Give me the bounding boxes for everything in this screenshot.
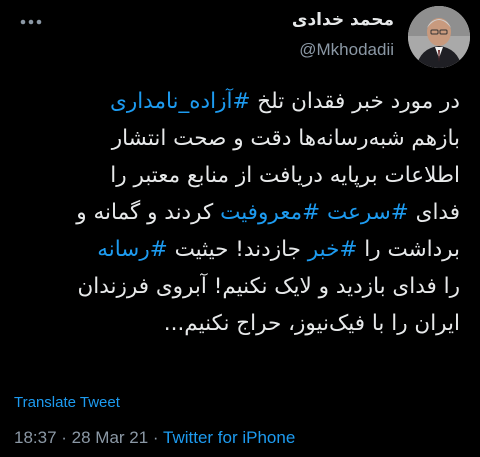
author-display-name[interactable]: محمد خدادی: [292, 10, 394, 30]
tweet-line: فدای #سرعت #معروفیت کردند و گمانه و: [14, 194, 460, 231]
hashtag-link[interactable]: #معروفیت: [220, 200, 320, 225]
tweet-text-segment: کردند و گمانه و: [76, 200, 221, 225]
tweet-text-segment: بازهم شبه‌رسانه‌ها دقت و صحت انتشار: [111, 126, 460, 151]
profile-photo: [408, 6, 470, 68]
tweet-line: بازهم شبه‌رسانه‌ها دقت و صحت انتشار: [14, 120, 460, 157]
tweet-text-segment: برداشت را: [357, 237, 460, 262]
hashtag-link[interactable]: #خبر: [308, 237, 358, 262]
tweet-header: محمد خدادی @Mkhodadii: [0, 0, 480, 80]
hashtag-link[interactable]: #سرعت: [327, 200, 409, 225]
avatar[interactable]: [408, 6, 470, 68]
tweet-line: ایران را با فیک‌نیوز، حراج نکنیم...: [14, 305, 460, 342]
author-handle[interactable]: @Mkhodadii: [299, 40, 394, 60]
meta-separator: ·: [148, 428, 164, 447]
tweet-text-segment: ایران را با فیک‌نیوز، حراج نکنیم...: [163, 311, 460, 336]
tweet-date: 28 Mar 21: [71, 428, 149, 447]
hashtag-link[interactable]: #آزاده_نامداری: [110, 89, 250, 114]
tweet-line: اطلاعات برپایه دریافت از منابع معتبر را: [14, 157, 460, 194]
tweet-text: در مورد خبر فقدان تلخ #آزاده_نامداری بازه…: [14, 83, 460, 342]
hashtag-link[interactable]: #رسانه: [97, 237, 167, 262]
more-dots-icon: [20, 19, 42, 25]
translate-tweet-link[interactable]: Translate Tweet: [14, 394, 120, 411]
tweet-line: برداشت را #خبر جازدند! حیثیت #رسانه: [14, 231, 460, 268]
tweet-text-segment: [320, 200, 327, 225]
tweet-line: در مورد خبر فقدان تلخ #آزاده_نامداری: [14, 83, 460, 120]
tweet-text-segment: اطلاعات برپایه دریافت از منابع معتبر را: [110, 163, 460, 188]
tweet-text-segment: جازدند! حیثیت: [167, 237, 308, 262]
more-options-button[interactable]: [18, 14, 44, 30]
tweet-text-segment: در مورد خبر فقدان تلخ: [250, 89, 460, 114]
tweet-time: 18:37: [14, 428, 57, 447]
tweet-text-segment: فدای: [408, 200, 460, 225]
tweet-line: را فدای بازدید و لایک نکنیم! آبروی فرزند…: [14, 268, 460, 305]
meta-separator: ·: [56, 428, 72, 447]
tweet-text-segment: را فدای بازدید و لایک نکنیم! آبروی فرزند…: [77, 274, 460, 299]
tweet-source-link[interactable]: Twitter for iPhone: [163, 428, 295, 447]
tweet-metadata: 18:37 · 28 Mar 21 · Twitter for iPhone: [14, 428, 295, 448]
